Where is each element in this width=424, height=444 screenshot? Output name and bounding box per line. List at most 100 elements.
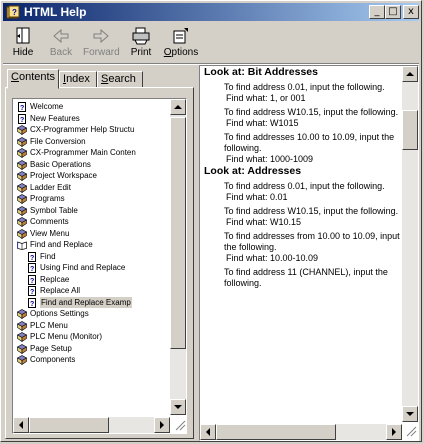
topic-scroll-right-button[interactable] xyxy=(386,424,402,440)
topic-scroll-up-button[interactable] xyxy=(402,66,418,82)
svg-text:?: ? xyxy=(30,278,34,285)
tab-contents[interactable]: Contents xyxy=(7,69,59,89)
tree-item[interactable]: View Menu xyxy=(15,228,170,240)
svg-text:?: ? xyxy=(20,105,24,112)
tree-item-label: CX-Programmer Main Conten xyxy=(30,148,136,157)
tree-item[interactable]: Programs xyxy=(15,193,170,205)
tree-item[interactable]: PLC Menu xyxy=(15,320,170,332)
options-label: Options xyxy=(163,47,199,58)
navigation-pane: Contents Index Search ? Welcome? New Featu… xyxy=(3,67,198,441)
tab-search[interactable]: Search xyxy=(97,71,143,88)
tree-item[interactable]: ? Replcae xyxy=(15,274,170,286)
tree-item[interactable]: File Conversion xyxy=(15,136,170,148)
topic-scroll-left-button[interactable] xyxy=(200,424,216,440)
tree-item[interactable]: Basic Operations xyxy=(15,159,170,171)
tree-scroll-down-button[interactable] xyxy=(170,399,186,415)
tree-item[interactable]: Options Settings xyxy=(15,308,170,320)
svg-text:?: ? xyxy=(30,266,34,273)
tree-item[interactable]: ? New Features xyxy=(15,113,170,125)
tree-item[interactable]: Page Setup xyxy=(15,343,170,355)
open-book-icon xyxy=(17,241,27,250)
tree-vertical-scrollbar[interactable] xyxy=(170,99,186,415)
tree-item[interactable]: Find and Replace xyxy=(15,239,170,251)
svg-text:?: ? xyxy=(20,117,24,124)
contents-tree-box: ? Welcome? New Features CX-Programmer Help … xyxy=(12,98,187,434)
arrow-down-icon xyxy=(406,412,414,416)
topic-scroll-down-button[interactable] xyxy=(402,406,418,422)
topic-content: Look at: Bit Addresses To find address 0.… xyxy=(204,66,402,422)
tree-item[interactable]: ? Find and Replace Examp xyxy=(15,296,170,308)
tree-item[interactable]: ? Using Find and Replace xyxy=(15,262,170,274)
minimize-button[interactable]: _ xyxy=(369,5,385,19)
tree-item[interactable]: ? Replace All xyxy=(15,285,170,297)
tree-scroll-left-button[interactable] xyxy=(13,417,29,433)
tree-item[interactable]: Comments xyxy=(15,216,170,228)
topic-hscroll-thumb[interactable] xyxy=(216,424,336,440)
tree-hscroll-thumb[interactable] xyxy=(29,417,109,433)
arrow-right-icon xyxy=(160,421,164,429)
tree-item-label: Find xyxy=(40,251,56,261)
find-what-example: Find what: 0.01 xyxy=(226,192,288,202)
tree-item[interactable]: ? Welcome xyxy=(15,101,170,113)
tree-item-label: Page Setup xyxy=(30,343,72,353)
tree-item[interactable]: PLC Menu (Monitor) xyxy=(15,331,170,343)
tree-item[interactable]: Symbol Table xyxy=(15,205,170,217)
options-button[interactable]: Options xyxy=(163,25,199,59)
tree-item-label: CX-Programmer Help Structu xyxy=(30,125,135,134)
arrow-down-icon xyxy=(174,405,182,409)
svg-text:?: ? xyxy=(30,255,34,262)
svg-text:?: ? xyxy=(30,301,34,308)
tab-index[interactable]: Index xyxy=(59,71,97,88)
title-bar[interactable]: ? HTML Help _ □ x xyxy=(3,3,419,21)
toolbar: Hide Back Forward Print Options xyxy=(3,23,419,63)
back-arrow-icon xyxy=(53,28,69,44)
help-page-icon: ? xyxy=(28,297,36,308)
tree-item-label: PLC Menu (Monitor) xyxy=(30,332,103,341)
maximize-button[interactable]: □ xyxy=(385,5,401,19)
close-button[interactable]: x xyxy=(403,5,419,19)
tree-horizontal-scrollbar[interactable] xyxy=(13,417,170,433)
hide-button[interactable]: Hide xyxy=(5,25,41,59)
topic-horizontal-scrollbar[interactable] xyxy=(200,424,402,440)
print-button[interactable]: Print xyxy=(123,25,159,59)
tree-item[interactable]: Project Workspace xyxy=(15,170,170,182)
closed-book-icon xyxy=(17,136,27,147)
tree-scroll-thumb[interactable] xyxy=(170,117,186,349)
instruction-text: To find addresses from 10.00 to 10.09, i… xyxy=(224,231,400,252)
tree-item[interactable]: Ladder Edit xyxy=(15,182,170,194)
tree-item[interactable]: ? Find xyxy=(15,251,170,263)
tree-item[interactable]: CX-Programmer Help Structu xyxy=(15,124,170,136)
tree-item-label: Symbol Table xyxy=(30,205,78,215)
tree-item[interactable]: Components xyxy=(15,354,170,366)
back-button[interactable]: Back xyxy=(43,25,79,59)
tree-scroll-up-button[interactable] xyxy=(170,99,186,115)
topic-size-grip-icon[interactable] xyxy=(403,423,417,437)
instruction-text: To find address W10.15, input the follow… xyxy=(224,107,399,117)
print-label: Print xyxy=(130,47,152,58)
forward-button[interactable]: Forward xyxy=(83,25,120,59)
instruction-text: To find address 11 (CHANNEL), input the … xyxy=(224,267,388,288)
instruction-text: To find addresses 10.00 to 10.09, input … xyxy=(224,132,395,153)
tree-item-label: Using Find and Replace xyxy=(40,263,126,272)
closed-book-icon xyxy=(17,309,27,319)
help-page-icon: ? xyxy=(28,263,36,273)
closed-book-icon xyxy=(17,148,27,158)
forward-label: Forward xyxy=(83,47,120,58)
closed-book-icon xyxy=(17,355,27,365)
help-page-icon: ? xyxy=(28,274,36,285)
tree-item-label: New Features xyxy=(30,113,80,123)
hide-label: Hide xyxy=(12,47,34,58)
topic-scroll-thumb[interactable] xyxy=(402,110,418,150)
arrow-right-icon xyxy=(392,428,396,436)
tree-size-grip-icon[interactable] xyxy=(172,417,186,431)
instruction-text: To find address W10.15, input the follow… xyxy=(224,206,399,216)
tree-item-label: Project Workspace xyxy=(30,171,97,180)
tree-item-label: Replcae xyxy=(40,274,70,284)
options-icon xyxy=(173,28,188,44)
help-book-icon: ? xyxy=(6,5,20,19)
tree-scroll-right-button[interactable] xyxy=(154,417,170,433)
section-heading: Look at: Addresses xyxy=(204,165,302,177)
tree-item[interactable]: CX-Programmer Main Conten xyxy=(15,147,170,159)
topic-vertical-scrollbar[interactable] xyxy=(402,66,418,422)
forward-arrow-icon xyxy=(93,28,109,44)
